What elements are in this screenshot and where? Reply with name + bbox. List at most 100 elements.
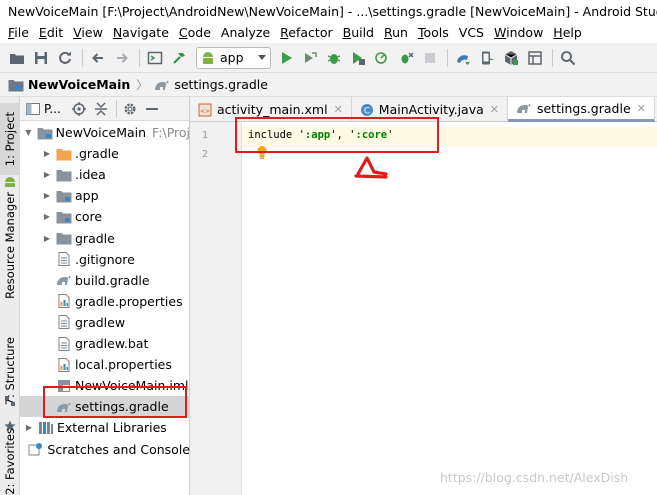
tree-item[interactable]: .gitignore bbox=[20, 249, 190, 270]
breadcrumb-project[interactable]: NewVoiceMain bbox=[8, 77, 130, 92]
apply-changes-icon[interactable] bbox=[299, 47, 321, 69]
properties-file-icon bbox=[56, 293, 72, 309]
close-icon[interactable]: ✕ bbox=[637, 102, 646, 115]
tree-item[interactable]: build.gradle bbox=[20, 270, 190, 291]
menu-mnemonic: R bbox=[384, 25, 393, 40]
menu-item[interactable]: Analyze bbox=[216, 25, 275, 40]
sync-icon[interactable] bbox=[54, 47, 76, 69]
terminal-icon[interactable] bbox=[144, 47, 166, 69]
locate-file-icon[interactable] bbox=[69, 98, 89, 120]
tree-item[interactable]: gradle.properties bbox=[20, 291, 190, 312]
menu-item[interactable]: Refactor bbox=[275, 25, 337, 40]
watermark-text: https://blog.csdn.net/AlexDish bbox=[440, 470, 629, 485]
annotation-highlight-box bbox=[235, 117, 439, 153]
tab-project[interactable]: 1: Project bbox=[0, 103, 20, 175]
menu-item[interactable]: View bbox=[68, 25, 108, 40]
avd-manager-icon[interactable] bbox=[476, 47, 498, 69]
back-arrow-icon[interactable] bbox=[87, 47, 109, 69]
build-hammer-icon[interactable] bbox=[168, 47, 190, 69]
tree-item[interactable]: ▶ .idea bbox=[20, 164, 190, 185]
tree-item[interactable]: gradlew.bat bbox=[20, 333, 190, 354]
tree-item[interactable]: ▶ External Libraries bbox=[20, 417, 190, 438]
module-folder-icon bbox=[56, 209, 72, 225]
attach-debugger-icon[interactable] bbox=[395, 47, 417, 69]
svg-text:<>: <> bbox=[200, 108, 210, 115]
tree-item[interactable]: Scratches and Console bbox=[20, 439, 190, 460]
close-icon[interactable]: ✕ bbox=[334, 103, 343, 116]
tab-resource-manager[interactable]: Resource Manager bbox=[0, 192, 20, 299]
menu-item[interactable]: File bbox=[3, 25, 34, 40]
code-editor[interactable]: include ':app', ':core' bbox=[242, 122, 657, 495]
tree-item-label: core bbox=[75, 209, 103, 225]
menu-item[interactable]: Run bbox=[379, 25, 413, 40]
text-file-icon bbox=[56, 314, 72, 330]
tree-item-label: NewVoiceMain bbox=[55, 125, 147, 140]
collapse-arrow-icon[interactable]: ▶ bbox=[42, 170, 52, 180]
search-icon[interactable] bbox=[557, 47, 579, 69]
tree-item[interactable]: ▶ gradle bbox=[20, 228, 190, 249]
tree-item-label: build.gradle bbox=[75, 272, 150, 288]
menu-item[interactable]: Build bbox=[338, 25, 379, 40]
expand-arrow-icon[interactable]: ▼ bbox=[24, 128, 33, 138]
menu-item[interactable]: Edit bbox=[34, 25, 68, 40]
debug-icon[interactable] bbox=[323, 47, 345, 69]
project-structure-icon[interactable] bbox=[524, 47, 546, 69]
module-folder-icon bbox=[37, 125, 53, 141]
text-file-icon bbox=[56, 251, 72, 267]
tree-item[interactable]: gradlew bbox=[20, 312, 190, 333]
breadcrumb-file[interactable]: settings.gradle bbox=[154, 77, 268, 92]
tree-item-label: gradlew.bat bbox=[75, 336, 149, 351]
tree-item[interactable]: ▶ app bbox=[20, 185, 190, 206]
tab-favorites[interactable]: 2: Favorites bbox=[0, 427, 20, 495]
sync-gradle-icon[interactable] bbox=[452, 47, 474, 69]
forward-arrow-icon[interactable] bbox=[111, 47, 133, 69]
toolbar-separator bbox=[446, 48, 448, 67]
menu-item[interactable]: Navigate bbox=[108, 25, 174, 40]
project-tool-window: P... ▼ NewVoiceMain F:\Proj ▶ .gradle ▶ .idea ▶… bbox=[20, 97, 190, 495]
tree-item[interactable]: ▼ NewVoiceMain F:\Proj bbox=[20, 122, 190, 143]
stop-icon[interactable] bbox=[419, 47, 441, 69]
menu-mnemonic: N bbox=[112, 25, 123, 40]
tree-item[interactable]: ▶ core bbox=[20, 206, 190, 227]
tree-item[interactable]: ▶ .gradle bbox=[20, 143, 190, 164]
run-with-coverage-icon[interactable] bbox=[347, 47, 369, 69]
editor-tab[interactable]: settings.gradle ✕ bbox=[507, 97, 655, 122]
collapse-arrow-icon[interactable]: ▶ bbox=[42, 233, 52, 243]
chevron-down-icon bbox=[257, 54, 266, 60]
menu-label: ile bbox=[14, 25, 29, 40]
menu-label: indow bbox=[506, 25, 544, 40]
menu-item[interactable]: Window bbox=[489, 25, 548, 40]
collapse-all-icon[interactable] bbox=[91, 98, 111, 120]
menu-item[interactable]: Tools bbox=[413, 25, 454, 40]
hide-panel-icon[interactable] bbox=[142, 98, 162, 120]
menu-item[interactable]: Code bbox=[174, 25, 216, 40]
tab-project-label: 1: Project bbox=[3, 111, 17, 167]
project-view-selector[interactable]: P... bbox=[44, 102, 61, 116]
tree-item-label: gradle bbox=[75, 230, 115, 246]
gear-icon[interactable] bbox=[120, 98, 140, 120]
collapse-arrow-icon[interactable]: ▶ bbox=[42, 212, 52, 222]
profile-icon[interactable] bbox=[371, 47, 393, 69]
collapse-arrow-icon[interactable]: ▶ bbox=[42, 149, 52, 159]
menu-bar: File Edit View Navigate Code Analyze Refactor B… bbox=[0, 22, 657, 43]
collapse-arrow-icon[interactable]: ▶ bbox=[24, 423, 34, 433]
menu-item[interactable]: Help bbox=[548, 25, 587, 40]
save-all-icon[interactable] bbox=[30, 47, 52, 69]
scratches-icon bbox=[28, 441, 44, 457]
breadcrumb-file-label: settings.gradle bbox=[174, 77, 268, 92]
tree-item[interactable]: local.properties bbox=[20, 354, 190, 375]
line-number: 2 bbox=[201, 149, 208, 160]
tree-item-label: gradle.properties bbox=[75, 293, 183, 309]
menu-item[interactable]: VCS bbox=[454, 25, 489, 40]
collapse-arrow-icon[interactable]: ▶ bbox=[42, 191, 52, 201]
run-icon[interactable] bbox=[275, 47, 297, 69]
open-folder-icon[interactable] bbox=[6, 47, 28, 69]
svg-text:C: C bbox=[364, 106, 370, 116]
close-icon[interactable]: ✕ bbox=[490, 103, 499, 116]
gradle-file-icon bbox=[516, 101, 532, 115]
menu-label: VCS bbox=[458, 25, 484, 40]
sdk-manager-icon[interactable] bbox=[500, 47, 522, 69]
run-configuration-dropdown[interactable]: app bbox=[196, 46, 271, 69]
